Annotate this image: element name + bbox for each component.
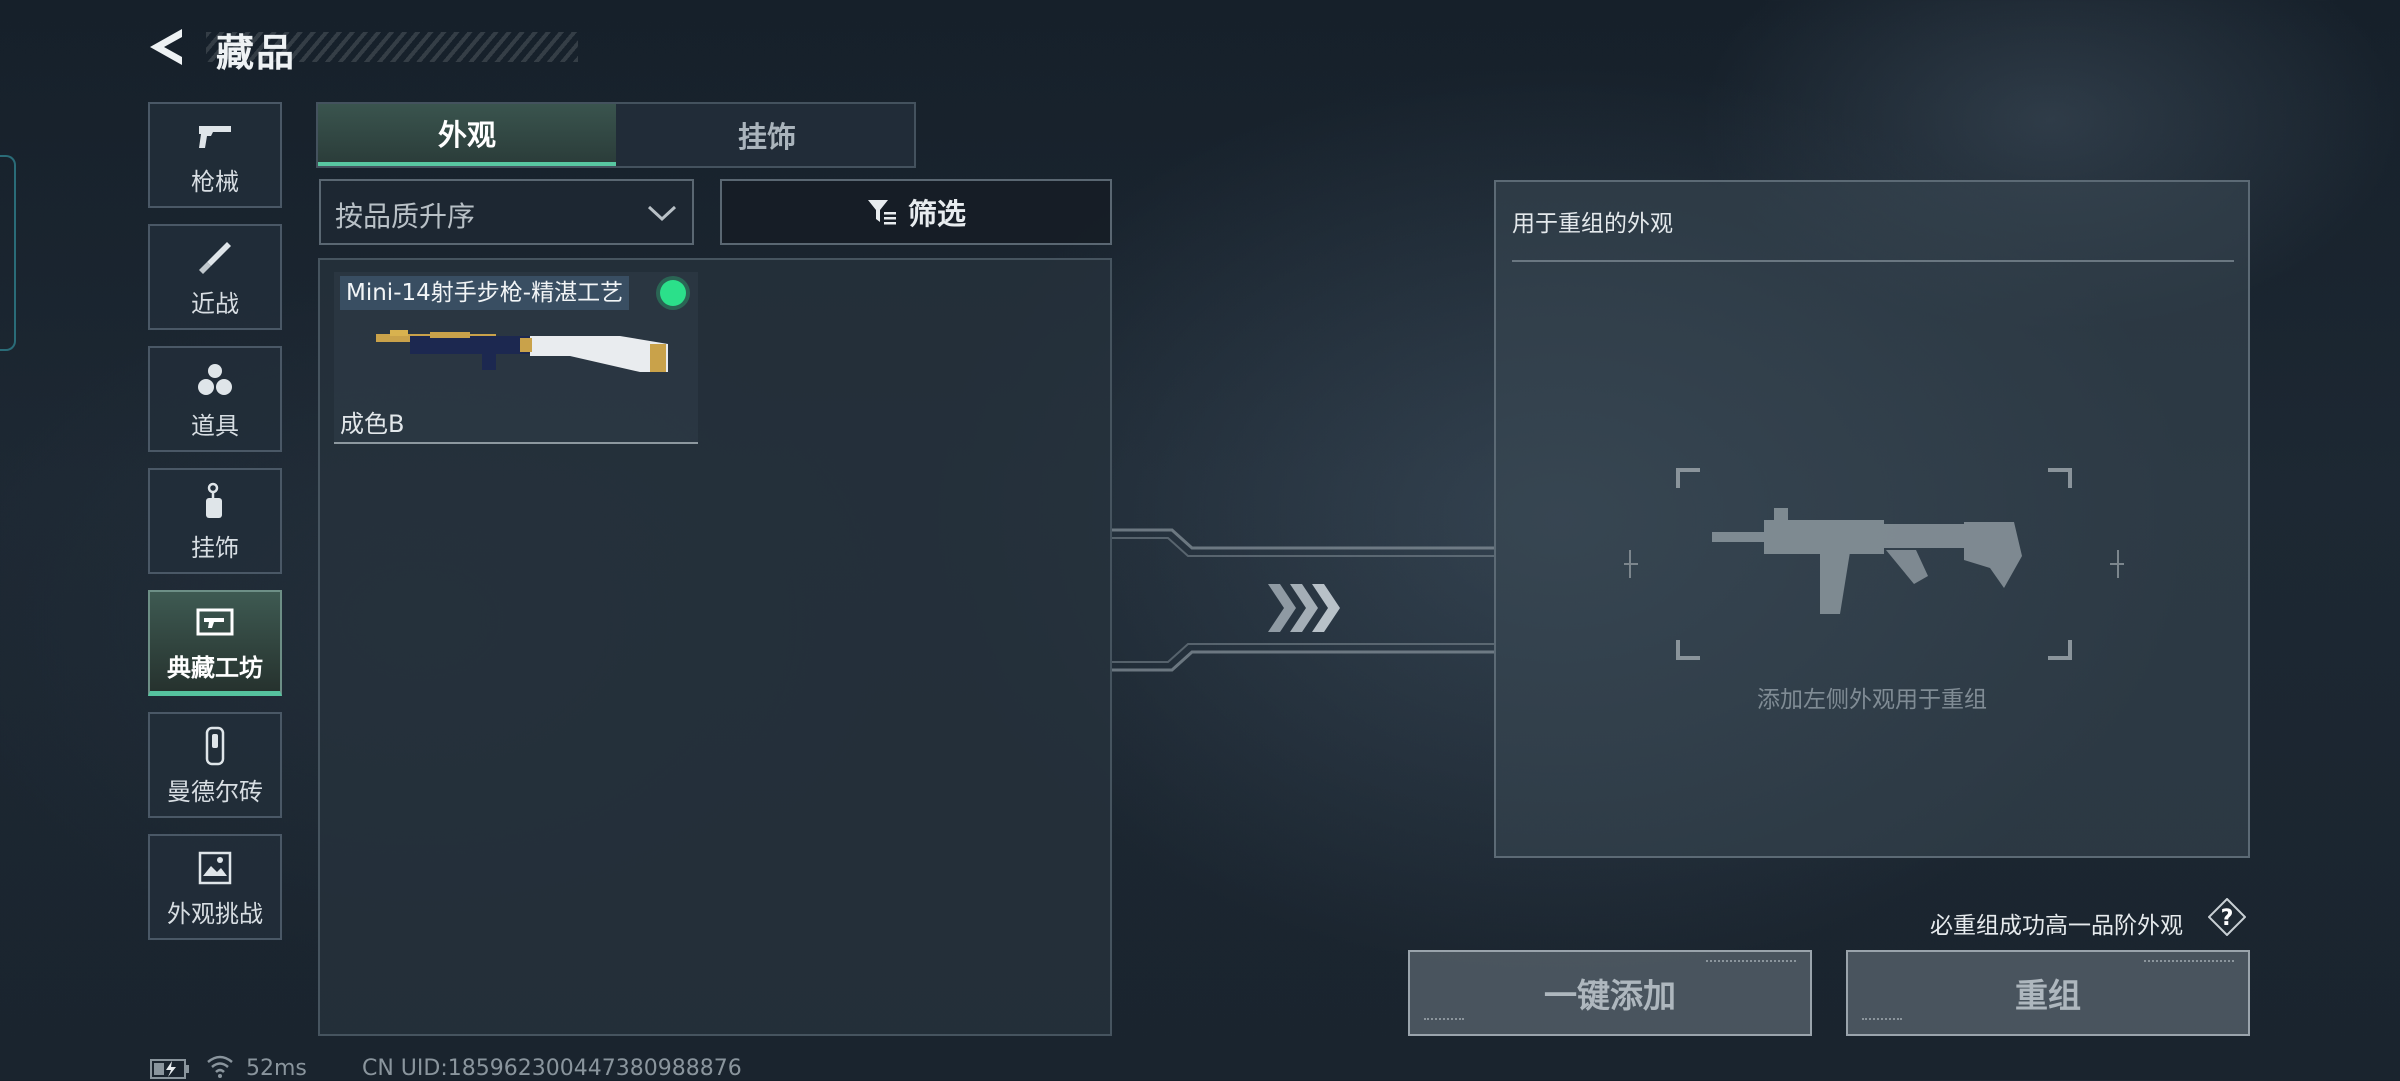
chevron-down-icon (647, 205, 677, 222)
keychain-icon (206, 482, 222, 518)
recombine-label: 重组 (2015, 976, 2081, 1015)
tab-bar: 外观 挂饰 (316, 102, 916, 168)
user-uid: CN UID:1859623004473809888​76 (362, 1056, 742, 1081)
svg-text:?: ? (2221, 906, 2234, 931)
button-decoration (1706, 960, 1796, 966)
wifi-icon (207, 1055, 233, 1078)
ping-readout: 52ms (246, 1056, 307, 1081)
chevrons-right-icon (1268, 584, 1340, 632)
page-title: 藏品 (216, 31, 297, 75)
sidebar-item-charms[interactable]: 挂饰 (148, 468, 282, 574)
sidebar-item-label: 近战 (191, 289, 239, 318)
button-decoration (1424, 1018, 1464, 1024)
button-decoration (1862, 1018, 1902, 1024)
recombine-button[interactable]: 重组 (1846, 950, 2250, 1036)
recombine-panel: 用于重组的外观 添加左侧外观用于重组 (1494, 180, 2250, 858)
sidebar-item-label: 外观挑战 (167, 899, 263, 928)
pistol-icon (199, 125, 231, 148)
empty-weapon-slot[interactable] (1624, 464, 2124, 664)
filter-icon (867, 200, 896, 225)
sidebar-item-mandel-brick[interactable]: 曼德尔砖 (148, 712, 282, 818)
tab-charms[interactable]: 挂饰 (618, 104, 916, 166)
empty-slot-hint: 添加左侧外观用于重组 (1757, 687, 1987, 713)
battery-charging-icon (150, 1059, 189, 1079)
sidebar-item-guns[interactable]: 枪械 (148, 102, 282, 208)
help-icon[interactable]: ? (2208, 898, 2246, 936)
sidebar-item-gadgets[interactable]: 道具 (148, 346, 282, 452)
sidebar-item-label: 曼德尔砖 (167, 777, 263, 806)
tab-appearance[interactable]: 外观 (318, 104, 616, 166)
sort-selected-value: 按品质升序 (335, 200, 476, 233)
sidebar-item-label: 挂饰 (191, 533, 239, 562)
sort-dropdown[interactable]: 按品质升序 (319, 179, 694, 245)
card-divider (334, 442, 698, 444)
sidebar-item-melee[interactable]: 近战 (148, 224, 282, 330)
filter-button[interactable]: 筛选 (720, 179, 1112, 245)
skin-grade: 成色B (340, 410, 405, 438)
rifle-skin-image (376, 330, 668, 372)
edge-accent (0, 155, 16, 351)
skin-card[interactable]: Mini-14射手步枪-精湛工艺 成色B (334, 272, 698, 444)
workshop-icon (196, 608, 234, 636)
recombine-title: 用于重组的外观 (1512, 211, 1673, 237)
sidebar-item-collection-workshop[interactable]: 典藏工坊 (148, 590, 282, 696)
equipped-indicator (660, 280, 686, 306)
one-click-add-label: 一键添加 (1544, 976, 1676, 1015)
recombine-divider (1512, 260, 2234, 262)
filter-label: 筛选 (907, 197, 966, 231)
sidebar-item-label: 枪械 (191, 167, 239, 196)
back-arrow-icon[interactable] (146, 25, 190, 69)
image-challenge-icon (198, 851, 232, 884)
sidebar-item-label: 典藏工坊 (167, 654, 263, 682)
sidebar-item-label: 道具 (191, 411, 239, 440)
brick-icon (205, 726, 225, 765)
skin-name: Mini-14射手步枪-精湛工艺 (340, 276, 630, 310)
knife-icon (199, 241, 231, 274)
guarantee-note: 必重组成功高一品阶外观 (1930, 913, 2183, 939)
one-click-add-button[interactable]: 一键添加 (1408, 950, 1812, 1036)
grenades-icon (198, 363, 232, 395)
button-decoration (2144, 960, 2234, 966)
sidebar-item-appearance-challenge[interactable]: 外观挑战 (148, 834, 282, 940)
